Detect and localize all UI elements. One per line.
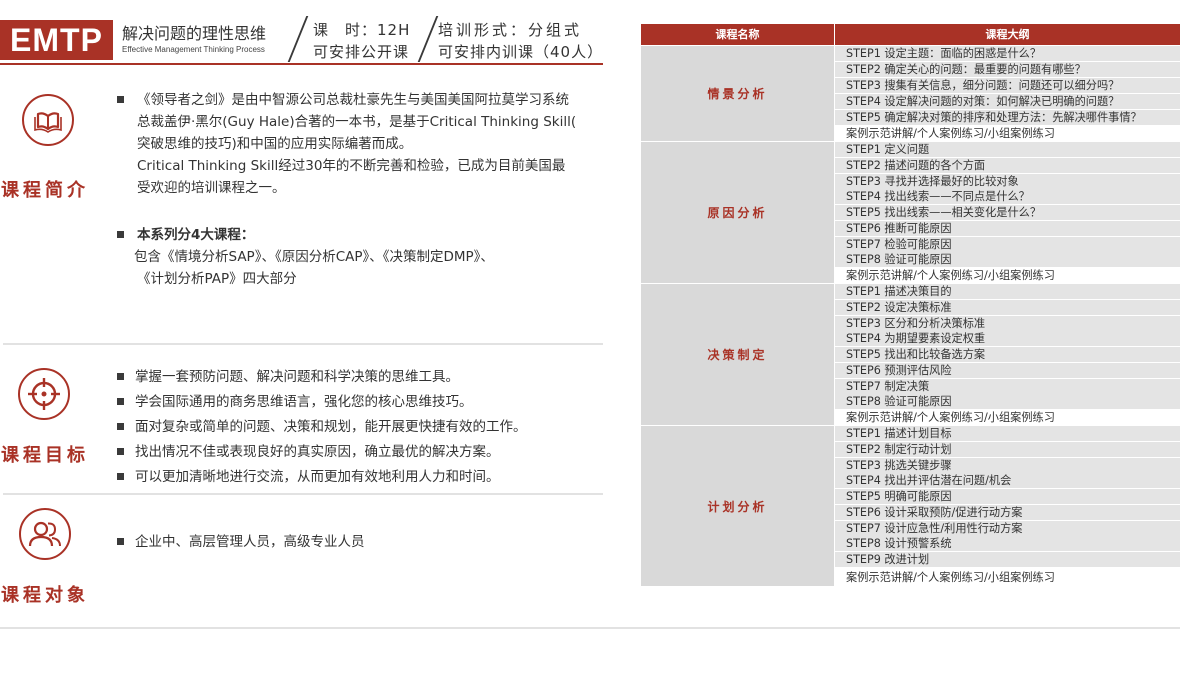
intro-line: 总裁盖伊·黑尔(Guy Hale)合著的一本书，是基于Critical Thin… <box>137 114 577 130</box>
table-row: STEP5 明确可能原因 <box>835 489 1180 504</box>
group-cell-cause: 原因分析 <box>641 142 834 283</box>
table-row: STEP8 设计预警系统 <box>835 536 1180 551</box>
table-row: STEP5 找出和比较备选方案 <box>835 347 1180 362</box>
table-row: STEP8 验证可能原因 <box>835 252 1180 267</box>
table-row: STEP7 设计应急性/利用性行动方案 <box>835 521 1180 536</box>
intro-paragraph: 《领导者之剑》是由中智源公司总裁杜豪先生与美国美国阿拉莫学习系统 总裁盖伊·黑尔… <box>117 89 576 199</box>
intro-line: 《领导者之剑》是由中智源公司总裁杜豪先生与美国美国阿拉莫学习系统 <box>137 92 569 108</box>
list-item: 企业中、高层管理人员，高级专业人员 <box>117 531 365 553</box>
open-class-note: 可安排公开课 <box>313 43 410 61</box>
intro-title: 课程简介 <box>1 180 89 201</box>
goal-text: 面对复杂或简单的问题、决策和规划，能开展更快捷有效的工作。 <box>135 419 527 435</box>
goals-title: 课程目标 <box>1 445 89 466</box>
table-row: STEP6 设计采取预防/促进行动方案 <box>835 505 1180 520</box>
table-row: STEP4 设定解决问题的对策：如何解决已明确的问题？ <box>835 94 1180 109</box>
bullet-square <box>117 398 124 405</box>
bullet-square <box>117 538 124 545</box>
table-row: STEP2 制定行动计划 <box>835 442 1180 457</box>
table-row: STEP1 定义问题 <box>835 142 1180 157</box>
course-title: 解决问题的理性思维 <box>122 24 267 43</box>
table-row: STEP2 确定关心的问题：最重要的问题有哪些？ <box>835 62 1180 77</box>
course-subtitle: Effective Management Thinking Process <box>122 45 265 54</box>
list-item: 面对复杂或简单的问题、决策和规划，能开展更快捷有效的工作。 <box>117 416 527 441</box>
table-row: 案例示范讲解/个人案例练习/小组案例练习 <box>835 410 1180 425</box>
series-line: 《计划分析PAP》四大部分 <box>137 271 297 287</box>
target-icon <box>18 368 70 420</box>
table-row: STEP8 验证可能原因 <box>835 394 1180 409</box>
list-item: 找出情况不佳或表现良好的真实原因，确立最优的解决方案。 <box>117 441 527 466</box>
inhouse-note: 可安排内训课（40人） <box>438 43 604 61</box>
table-row: STEP3 区分和分析决策标准 <box>835 316 1180 331</box>
training-format: 培训形式：分组式 <box>438 21 583 39</box>
table-row: STEP6 预测评估风险 <box>835 363 1180 378</box>
table-row: 案例示范讲解/个人案例练习/小组案例练习 <box>835 126 1180 141</box>
table-row: STEP3 挑选关键步骤 <box>835 458 1180 473</box>
header-divider <box>417 16 439 62</box>
course-hours: 课 时：12H <box>313 21 411 39</box>
intro-line: Critical Thinking Skill经过30年的不断完善和检验，已成为… <box>137 158 566 174</box>
audience-title: 课程对象 <box>1 585 89 606</box>
list-item: 可以更加清晰地进行交流，从而更加有效地利用人力和时间。 <box>117 466 527 491</box>
list-item: 学会国际通用的商务思维语言，强化您的核心思维技巧。 <box>117 391 527 416</box>
series-block: 本系列分4大课程： 包含《情境分析SAP》、《原因分析CAP》、《决策制定DMP… <box>117 224 494 290</box>
goal-text: 可以更加清晰地进行交流，从而更加有效地利用人力和时间。 <box>135 469 500 485</box>
header-rule <box>0 63 603 65</box>
table-row: STEP4 为期望要素设定权重 <box>835 331 1180 346</box>
intro-line: 突破思维的技巧)和中国的应用实际编著而成。 <box>137 136 413 152</box>
group-cell-plan: 计划分析 <box>641 426 834 586</box>
bullet-square <box>117 423 124 430</box>
table-row: STEP3 搜集有关信息，细分问题：问题还可以细分吗？ <box>835 78 1180 93</box>
table-row: 案例示范讲解/个人案例练习/小组案例练习 <box>835 268 1180 283</box>
table-row: STEP9 改进计划 <box>835 552 1180 567</box>
bullet-square <box>117 96 124 103</box>
audience-text: 企业中、高层管理人员，高级专业人员 <box>135 534 365 550</box>
series-line: 包含《情境分析SAP》、《原因分析CAP》、《决策制定DMP》、 <box>134 249 494 265</box>
goal-text: 学会国际通用的商务思维语言，强化您的核心思维技巧。 <box>135 394 473 410</box>
table-row: STEP1 设定主题：面临的困惑是什么？ <box>835 46 1180 61</box>
table-row: STEP4 找出线索——不同点是什么？ <box>835 189 1180 204</box>
list-item: 掌握一套预防问题、解决问题和科学决策的思维工具。 <box>117 366 527 391</box>
table-row: STEP5 确定解决对策的排序和处理方法：先解决哪件事情？ <box>835 110 1180 125</box>
book-icon <box>22 94 74 146</box>
bullet-square <box>117 473 124 480</box>
goals-list: 掌握一套预防问题、解决问题和科学决策的思维工具。 学会国际通用的商务思维语言，强… <box>117 366 527 491</box>
bullet-square <box>117 448 124 455</box>
table-row: STEP7 制定决策 <box>835 379 1180 394</box>
series-heading: 本系列分4大课程： <box>137 227 255 243</box>
table-row: 案例示范讲解/个人案例练习/小组案例练习 <box>835 570 1180 585</box>
audience-list: 企业中、高层管理人员，高级专业人员 <box>117 531 365 553</box>
section-divider <box>3 343 603 345</box>
table-row: STEP5 找出线索——相关变化是什么？ <box>835 205 1180 220</box>
table-row: STEP6 推断可能原因 <box>835 221 1180 236</box>
goal-text: 找出情况不佳或表现良好的真实原因，确立最优的解决方案。 <box>135 444 500 460</box>
table-row: STEP3 寻找并选择最好的比较对象 <box>835 174 1180 189</box>
section-divider <box>3 493 603 495</box>
group-cell-situation: 情景分析 <box>641 46 834 141</box>
table-header-course-name: 课程名称 <box>641 24 834 45</box>
table-row: STEP7 检验可能原因 <box>835 237 1180 252</box>
table-row: STEP4 找出并评估潜在问题/机会 <box>835 473 1180 488</box>
table-row: STEP2 描述问题的各个方面 <box>835 158 1180 173</box>
goal-text: 掌握一套预防问题、解决问题和科学决策的思维工具。 <box>135 369 459 385</box>
header-divider <box>287 16 309 62</box>
table-row: STEP1 描述决策目的 <box>835 284 1180 299</box>
logo-badge: EMTP <box>0 20 113 60</box>
page-bottom-rule <box>0 627 1180 629</box>
group-cell-decision: 决策制定 <box>641 284 834 425</box>
table-row: STEP1 描述计划目标 <box>835 426 1180 441</box>
bullet-square <box>117 373 124 380</box>
people-icon <box>19 508 71 560</box>
table-row: STEP2 设定决策标准 <box>835 300 1180 315</box>
bullet-square <box>117 231 124 238</box>
intro-line: 受欢迎的培训课程之一。 <box>137 180 286 196</box>
table-header-outline: 课程大纲 <box>835 24 1180 45</box>
